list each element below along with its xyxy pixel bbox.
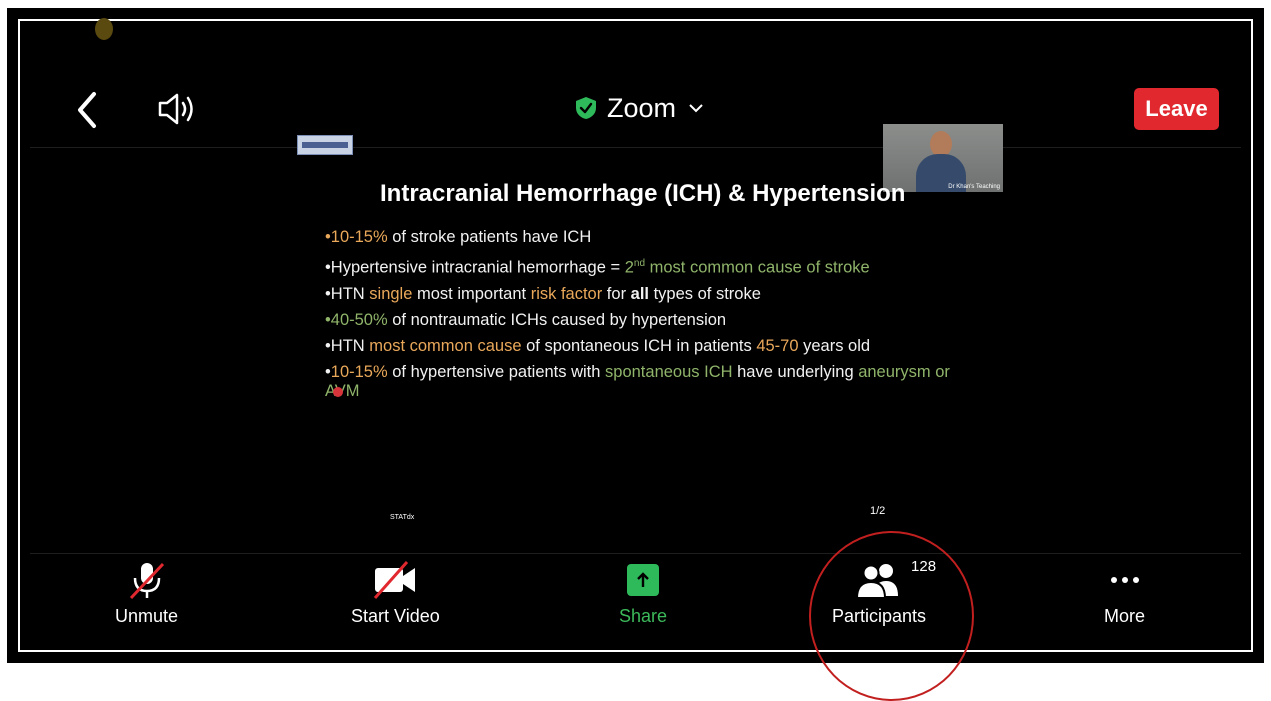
shield-check-icon	[576, 97, 596, 119]
toolbar-divider	[30, 553, 1241, 554]
slide-bullet: •Hypertensive intracranial hemorrhage = …	[325, 254, 965, 278]
bullet-text: all	[630, 284, 650, 303]
bullet-text: nd	[633, 258, 646, 269]
share-arrow-icon	[627, 564, 660, 596]
bullet-text: spontaneous ICH	[605, 362, 733, 381]
bullet-text: types of stroke	[649, 284, 761, 303]
meeting-title: Zoom	[607, 92, 677, 123]
bullet-text: of hypertensive patients with	[387, 362, 606, 381]
bullet-text: 10-15%	[330, 228, 388, 246]
bullet-text: of nontraumatic ICHs caused by hypertens…	[387, 310, 727, 329]
slide-title: Intracranial Hemorrhage (ICH) & Hyperten…	[380, 180, 906, 207]
bullet-text: 10-15%	[330, 362, 388, 381]
bullet-text: years old	[798, 336, 871, 355]
bullet-text: risk factor	[530, 284, 603, 303]
share-label: Share	[619, 606, 668, 626]
microphone-muted-icon	[127, 560, 167, 600]
unmute-label: Unmute	[115, 606, 179, 626]
slide-bullet-list: •10-15% of stroke patients have ICH •Hype…	[325, 228, 965, 408]
bullet-text: •HTN	[325, 336, 370, 355]
bullet-text: •40-50%	[325, 310, 388, 329]
bullet-text: 45-70	[756, 336, 799, 355]
slide-logo	[297, 135, 353, 155]
chevron-down-icon	[689, 104, 703, 113]
bullet-text: 2	[624, 258, 634, 277]
start-video-label: Start Video	[351, 606, 440, 626]
meeting-title-menu[interactable]: Zoom	[575, 86, 704, 130]
back-icon[interactable]	[68, 82, 108, 138]
bullet-text: single	[369, 284, 413, 303]
bullet-text: •HTN	[325, 284, 370, 303]
presenter-name-tag: Dr Khan's Teaching	[948, 184, 1000, 190]
slide-page-number: 1/2	[870, 505, 886, 517]
bullet-text: most important	[412, 284, 531, 303]
slide-bullet: •10-15% of stroke patients have ICH	[325, 228, 965, 247]
slide-bullet: •40-50% of nontraumatic ICHs caused by h…	[325, 311, 965, 330]
video-camera-off-icon	[373, 560, 417, 600]
bullet-text: for	[602, 284, 631, 303]
header-divider	[30, 147, 1241, 148]
bullet-text: have underlying	[732, 362, 859, 381]
laser-pointer-dot	[333, 387, 343, 397]
speaker-icon[interactable]	[152, 86, 204, 132]
slide-bullet: •10-15% of hypertensive patients with sp…	[325, 363, 965, 401]
start-video-button[interactable]: Start Video	[351, 560, 440, 627]
leave-button[interactable]: Leave	[1134, 88, 1219, 130]
slide-footer-source: STATdx	[390, 514, 415, 521]
annotation-circle	[809, 531, 974, 701]
more-ellipsis-icon	[1107, 560, 1143, 600]
bullet-text: •Hypertensive intracranial hemorrhage =	[325, 258, 625, 277]
bullet-text: most common cause of stroke	[645, 258, 870, 277]
slide-bullet: •HTN most common cause of spontaneous IC…	[325, 337, 965, 356]
mouse-pointer-icon	[95, 18, 113, 40]
slide-bullet: •HTN single most important risk factor f…	[325, 285, 965, 304]
more-label: More	[1104, 606, 1146, 626]
bullet-text: most common cause	[369, 336, 522, 355]
bullet-text: of stroke patients have ICH	[387, 228, 592, 246]
more-button[interactable]: More	[1104, 560, 1145, 627]
share-button[interactable]: Share	[619, 560, 667, 627]
unmute-button[interactable]: Unmute	[115, 560, 178, 627]
bullet-text: of spontaneous ICH in patients	[521, 336, 757, 355]
